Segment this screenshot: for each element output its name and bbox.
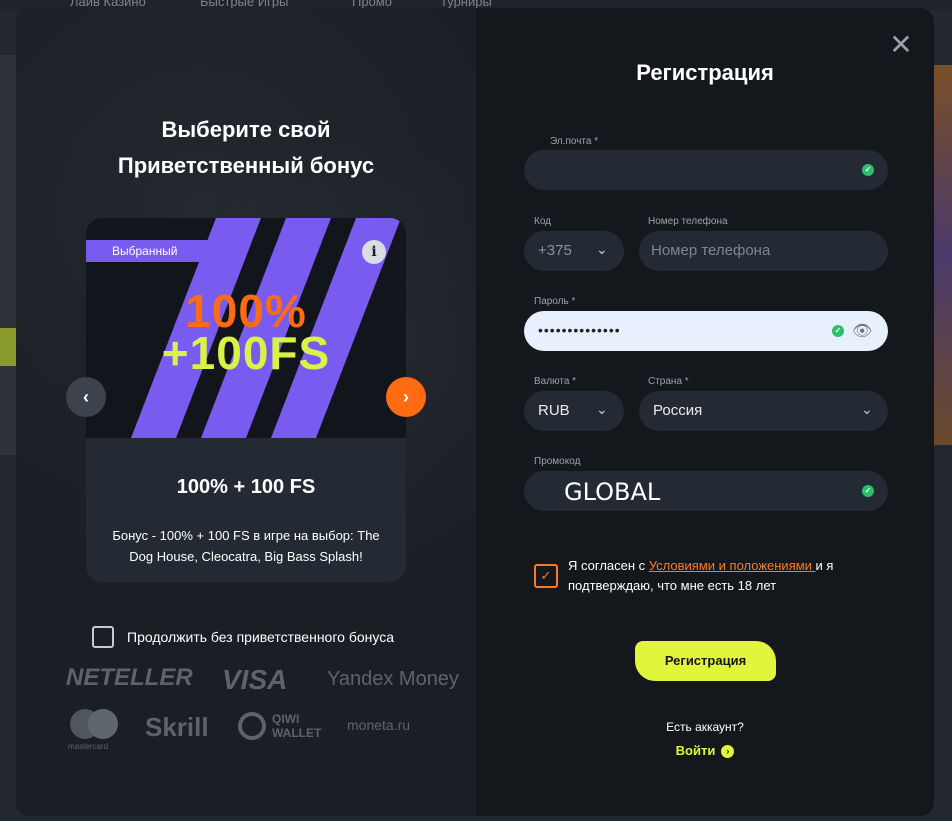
login-link[interactable]: Войти ›: [476, 743, 934, 759]
form-pane: ✕ Регистрация Эл.почта * ✓ Код +375 ⌄ Но…: [476, 8, 934, 816]
carousel-prev-button[interactable]: ‹: [66, 377, 106, 417]
carousel-next-button[interactable]: ›: [386, 377, 426, 417]
bonus-name: 100% + 100 FS: [176, 476, 316, 498]
moneta-logo: moneta.ru: [347, 717, 411, 733]
password-label: Пароль *: [534, 296, 576, 307]
password-valid-icon: ✓: [832, 325, 844, 337]
chevron-down-icon: ⌄: [596, 241, 608, 257]
visa-logo: VISA: [222, 664, 288, 695]
phone-label: Номер телефона: [648, 216, 728, 227]
login-label: Войти: [675, 743, 716, 758]
qiwi-logo: QIWI WALLET: [238, 710, 338, 746]
chevron-down-icon: ⌄: [596, 401, 608, 417]
promo-valid-icon: ✓: [862, 485, 874, 497]
neteller-logo: NETELLER: [66, 664, 193, 691]
bonus-pane: Выберите свой Приветственный бонус Выбра…: [16, 8, 476, 816]
selected-tag: Выбранный: [86, 240, 216, 262]
have-account-text: Есть аккаунт?: [666, 720, 744, 734]
country-label: Страна *: [648, 376, 689, 387]
country-value: Россия: [653, 402, 703, 419]
code-label: Код: [534, 216, 552, 227]
skip-bonus-checkbox[interactable]: [92, 626, 114, 648]
background-left-button: [0, 328, 16, 366]
eye-icon[interactable]: 👁: [852, 321, 872, 341]
bonus-card[interactable]: Выбранный i 100% +100FS 100% + 100 FS Бо…: [86, 218, 406, 582]
currency-select[interactable]: RUB ⌄: [524, 391, 624, 431]
form-title: Регистрация: [636, 60, 774, 85]
email-valid-icon: ✓: [862, 164, 874, 176]
bonus-title-line1: Выберите свой: [161, 117, 331, 142]
currency-value: RUB: [538, 402, 570, 419]
mastercard-logo: mastercard: [66, 708, 122, 752]
info-icon[interactable]: i: [362, 240, 386, 264]
skrill-logo: Skrill: [145, 712, 209, 742]
password-input[interactable]: •••••••••••••• ✓ 👁: [524, 311, 888, 351]
phone-placeholder: Номер телефона: [651, 242, 771, 259]
background-right-edge: [934, 65, 952, 445]
yandex-money-logo: Yandex Money: [327, 668, 459, 690]
password-value: ••••••••••••••: [538, 322, 621, 338]
terms-prefix: Я согласен с: [568, 558, 649, 573]
bonus-description: Бонус - 100% + 100 FS в игре на выбор: T…: [112, 528, 380, 564]
registration-modal: Выберите свой Приветственный бонус Выбра…: [16, 8, 934, 816]
chevron-down-icon: ⌄: [861, 401, 873, 417]
currency-label: Валюта *: [534, 376, 577, 387]
terms-checkbox[interactable]: ✓: [534, 564, 558, 588]
bonus-title: Выберите свой Приветственный бонус: [16, 112, 476, 184]
terms-text: Я согласен с Условиями и положениями и я…: [568, 556, 864, 596]
terms-link[interactable]: Условиями и положениями: [649, 558, 816, 573]
promo-label: Промокод: [534, 456, 581, 467]
chevron-right-icon: ›: [721, 745, 735, 759]
mastercard-icon: [70, 709, 118, 739]
qiwi-label: QIWI WALLET: [272, 712, 322, 740]
background-left-edge: [0, 55, 16, 455]
phone-code-select[interactable]: +375 ⌄: [524, 231, 624, 271]
promo-value: GLOBAL: [564, 478, 661, 506]
close-button[interactable]: ✕: [886, 30, 916, 60]
email-field[interactable]: ✓: [524, 150, 888, 190]
email-label: Эл.почта *: [550, 136, 599, 147]
bonus-banner: Выбранный i 100% +100FS: [86, 218, 406, 438]
register-button[interactable]: Регистрация: [635, 641, 776, 681]
qiwi-icon: [238, 712, 266, 740]
country-select[interactable]: Россия ⌄: [639, 391, 888, 431]
promo-freespins: +100FS: [161, 327, 331, 379]
phone-code-value: +375: [538, 242, 572, 259]
bonus-title-line2: Приветственный бонус: [117, 153, 375, 178]
phone-input[interactable]: Номер телефона: [639, 231, 888, 271]
skip-bonus-label: Продолжить без приветственного бонуса: [127, 629, 394, 645]
mastercard-label: mastercard: [68, 742, 109, 751]
promo-input[interactable]: GLOBAL ✓: [524, 471, 888, 511]
